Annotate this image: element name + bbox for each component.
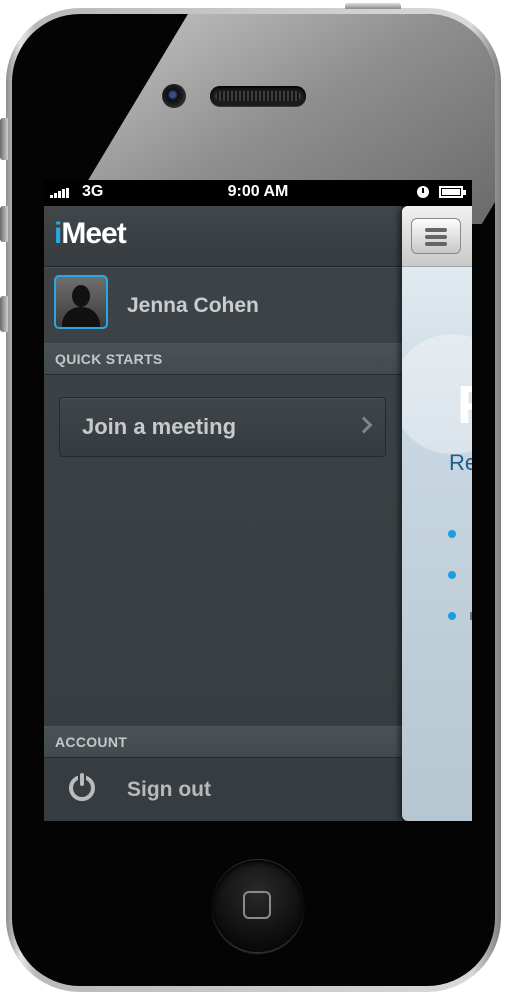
profile-name: Jenna Cohen [127,294,259,317]
avatar-icon [72,285,90,307]
content-title: F [457,374,472,436]
battery-icon [439,186,466,198]
avatar [54,275,108,329]
section-header-quick-starts: QUICK STARTS [44,343,402,375]
sign-out-button[interactable]: Sign out [44,759,402,821]
section-header-account: ACCOUNT [44,726,402,758]
content-navbar [402,206,472,267]
join-meeting-label: Join a meeting [82,414,237,439]
volume-down-button [0,296,8,332]
hamburger-menu-icon[interactable] [411,218,461,254]
sign-out-label: Sign out [127,778,211,801]
text-fragment [470,612,472,620]
join-meeting-button[interactable]: Join a meeting [59,397,386,457]
side-menu: iMeet Jenna Cohen QUICK STARTS Join a me… [44,206,402,821]
main-content-panel: F Re [402,206,472,821]
volume-up-button [0,206,8,242]
status-time: 9:00 AM [227,183,289,200]
front-camera [162,84,186,108]
profile-row[interactable]: Jenna Cohen [44,267,402,344]
menu-header: iMeet [44,206,402,267]
home-square-icon [243,891,271,919]
home-button[interactable] [212,860,304,952]
mute-switch [0,118,8,160]
screen: 3G 9:00 AM iMeet Jenna Cohen QUICK START… [44,180,472,821]
bullet-icon [448,612,456,620]
bullet-icon [448,571,456,579]
bullet-icon [448,530,456,538]
status-bar: 3G 9:00 AM [44,180,472,206]
earpiece-speaker [210,86,306,106]
power-icon [69,773,95,801]
clock-icon [417,186,429,198]
imeet-logo: iMeet [54,217,127,250]
content-subtitle: Re [449,450,472,475]
chevron-right-icon [355,416,373,434]
sleep-button [345,3,401,9]
